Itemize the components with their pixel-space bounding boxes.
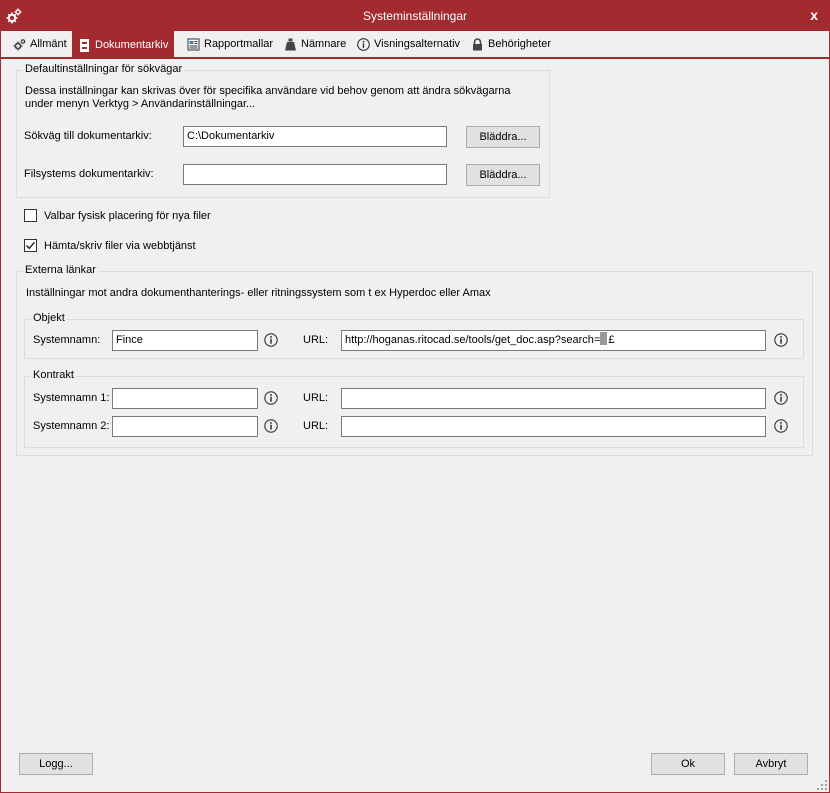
contract-url1-input[interactable]: [341, 388, 766, 409]
window-title: Systeminställningar: [362, 9, 468, 23]
checkmark-icon: [26, 241, 36, 250]
info-icon[interactable]: [264, 333, 278, 347]
tab-behorigheter[interactable]: Behörigheter: [465, 31, 557, 57]
external-links-description: Inställningar mot andra dokumenthanterin…: [26, 287, 491, 299]
physical-placement-label: Valbar fysisk placering för nya filer: [44, 210, 211, 222]
default-paths-legend: Defaultinställningar för sökvägar: [23, 63, 185, 75]
weight-icon: [284, 38, 297, 51]
default-paths-description: Dessa inställningar kan skrivas över för…: [25, 85, 511, 97]
tab-namnare[interactable]: Nämnare: [278, 31, 352, 57]
contract-group: Kontrakt Systemnamn 1: URL: Systemnamn 2…: [24, 369, 804, 448]
client-area: Allmänt Dokumentarkiv Rapportmallar Nämn…: [1, 31, 829, 792]
tab-rapportmallar[interactable]: Rapportmallar: [181, 31, 279, 57]
info-icon[interactable]: [774, 333, 788, 347]
archive-path-input[interactable]: C:\Dokumentarkiv: [183, 126, 447, 147]
contract-url1-label: URL:: [303, 392, 329, 404]
tab-label: Rapportmallar: [204, 38, 274, 50]
contract-legend: Kontrakt: [31, 369, 76, 381]
fs-archive-browse-button[interactable]: Bläddra...: [466, 164, 540, 186]
fs-archive-input[interactable]: [183, 164, 447, 185]
gears-icon: [13, 38, 26, 51]
contract-system2-label: Systemnamn 2:: [33, 420, 110, 432]
web-service-checkbox[interactable]: [24, 239, 37, 252]
physical-placement-checkbox[interactable]: [24, 209, 37, 222]
settings-window: Systeminställningar x Allmänt Dokumentar…: [0, 0, 830, 793]
resize-grip-icon[interactable]: [817, 780, 827, 790]
text-cursor: [600, 332, 608, 345]
tab-label: Behörigheter: [488, 38, 551, 50]
info-icon[interactable]: [774, 391, 788, 405]
lock-icon: [471, 37, 484, 51]
object-url-label: URL:: [303, 334, 329, 346]
tab-allmant[interactable]: Allmänt: [7, 31, 73, 57]
external-links-legend: Externa länkar: [23, 264, 98, 276]
object-group: Objekt Systemnamn: Fince URL: http://hog…: [24, 312, 804, 359]
tab-label: Visningsalternativ: [374, 38, 461, 50]
contract-system2-input[interactable]: [112, 416, 258, 437]
default-paths-group: Defaultinställningar för sökvägar Dessa …: [16, 63, 550, 198]
info-icon[interactable]: [264, 391, 278, 405]
object-url-input[interactable]: http://hoganas.ritocad.se/tools/get_doc.…: [341, 330, 766, 351]
web-service-label: Hämta/skriv filer via webbtjänst: [44, 240, 196, 252]
object-system-input[interactable]: Fince: [112, 330, 258, 351]
report-icon: [187, 38, 200, 51]
tab-bar: Allmänt Dokumentarkiv Rapportmallar Nämn…: [1, 31, 829, 59]
contract-system1-input[interactable]: [112, 388, 258, 409]
close-button[interactable]: x: [810, 7, 818, 23]
tab-visningsalternativ[interactable]: Visningsalternativ: [351, 31, 466, 57]
tab-dokumentarkiv[interactable]: Dokumentarkiv: [72, 31, 175, 59]
default-paths-description-2: under menyn Verktyg > Användarinställnin…: [25, 98, 256, 110]
info-icon[interactable]: [264, 419, 278, 433]
contract-system1-label: Systemnamn 1:: [33, 392, 110, 404]
object-legend: Objekt: [31, 312, 67, 324]
archive-icon: [78, 38, 91, 52]
object-url-value: http://hoganas.ritocad.se/tools/get_doc.…: [345, 334, 601, 346]
cancel-button[interactable]: Avbryt: [734, 753, 808, 775]
log-button[interactable]: Logg...: [19, 753, 93, 775]
external-links-group: Externa länkar Inställningar mot andra d…: [16, 264, 813, 456]
tab-label: Nämnare: [301, 38, 347, 50]
info-icon[interactable]: [774, 419, 788, 433]
contract-url2-input[interactable]: [341, 416, 766, 437]
fs-archive-label: Filsystems dokumentarkiv:: [24, 168, 154, 180]
object-url-suffix: £: [608, 334, 615, 346]
title-bar[interactable]: Systeminställningar x: [0, 0, 830, 31]
info-icon: [357, 37, 370, 51]
archive-path-label: Sökväg till dokumentarkiv:: [24, 130, 152, 142]
tab-label: Dokumentarkiv: [95, 39, 169, 51]
archive-path-browse-button[interactable]: Bläddra...: [466, 126, 540, 148]
object-system-label: Systemnamn:: [33, 334, 101, 346]
tab-label: Allmänt: [30, 38, 67, 50]
contract-url2-label: URL:: [303, 420, 329, 432]
ok-button[interactable]: Ok: [651, 753, 725, 775]
